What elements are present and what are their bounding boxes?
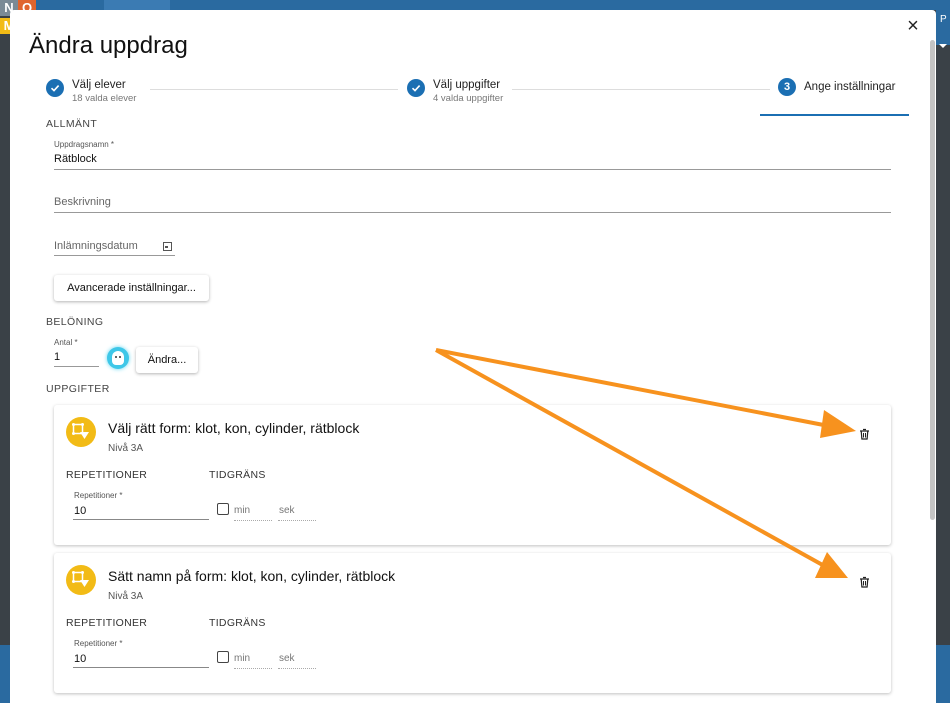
annotation-arrows	[435, 348, 856, 578]
annotation-arrow-head	[820, 410, 856, 438]
annotation-arrow-line	[435, 348, 829, 570]
annotation-arrow-line	[435, 348, 835, 429]
